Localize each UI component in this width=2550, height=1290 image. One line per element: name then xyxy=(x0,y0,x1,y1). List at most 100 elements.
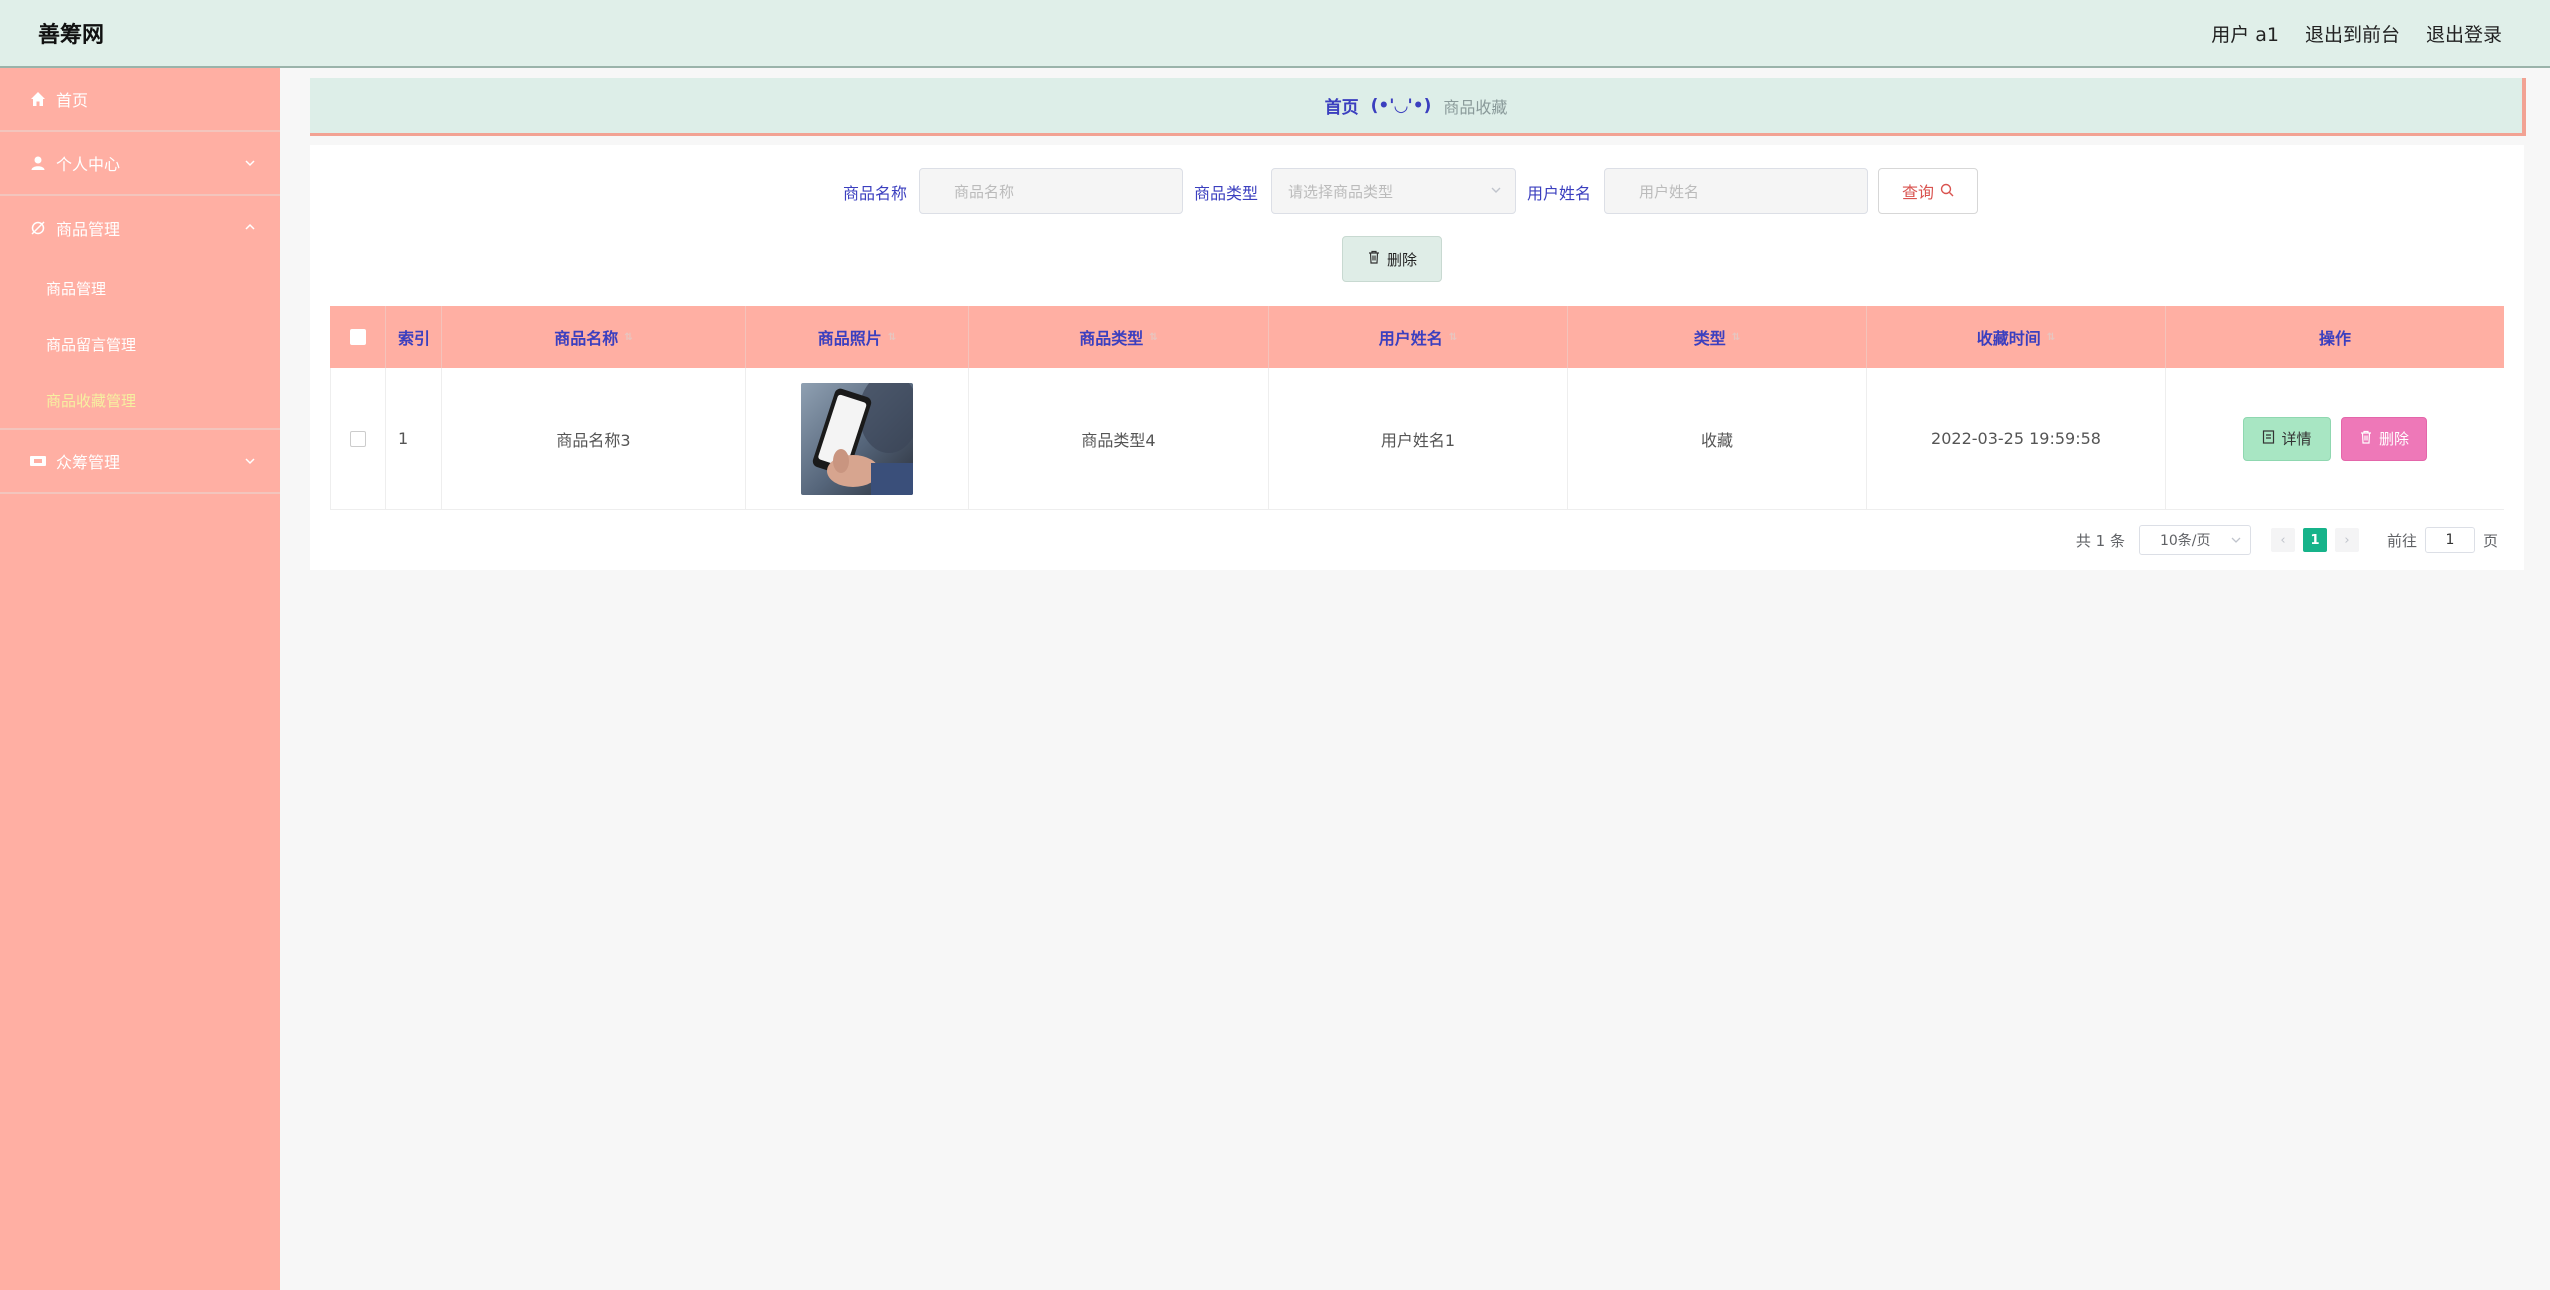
goods-type-select[interactable]: 请选择商品类型 xyxy=(1271,168,1516,214)
header-goods-name[interactable]: 商品名称 ⇅ xyxy=(442,306,746,368)
sidebar-subitem-goods[interactable]: 商品管理 xyxy=(0,260,280,316)
user-name-input[interactable]: 用户姓名 xyxy=(1604,168,1868,214)
page-number-button[interactable]: 1 xyxy=(2302,528,2327,552)
sidebar-item-label: 个人中心 xyxy=(56,155,121,174)
row-goods-photo-cell xyxy=(746,368,969,509)
select-all-cell xyxy=(330,306,386,368)
page-suffix: 页 xyxy=(2482,531,2498,550)
user-name-placeholder: 用户姓名 xyxy=(1639,182,1700,201)
detail-button-label: 详情 xyxy=(2281,430,2312,448)
favorites-table: 索引 商品名称 ⇅ 商品照片 ⇅ 商品类型 ⇅ 用户姓名 ⇅ 类型 ⇅ 收藏时间 ⇅ 操作 … xyxy=(330,306,2504,510)
header-actions: 操作 xyxy=(2318,329,2351,348)
header-label: 商品类型 xyxy=(1079,329,1144,348)
row-index: 1 xyxy=(386,368,442,509)
goods-name-label: 商品名称 xyxy=(843,184,908,203)
pagination-total: 共 1 条 xyxy=(2075,531,2125,550)
home-icon xyxy=(28,89,48,109)
sort-icon: ⇅ xyxy=(1448,331,1458,343)
sidebar-item-goods-management[interactable]: 商品管理 xyxy=(0,196,280,260)
batch-delete-label: 删除 xyxy=(1386,250,1417,269)
prev-page-button[interactable]: ‹ xyxy=(2270,528,2295,552)
goto-page-input[interactable]: 1 xyxy=(2424,527,2475,553)
logout-link[interactable]: 退出登录 xyxy=(2426,20,2502,47)
header-user-name[interactable]: 用户姓名 ⇅ xyxy=(1269,306,1568,368)
goods-name-input[interactable]: 商品名称 xyxy=(919,168,1183,214)
search-form: 商品名称 商品名称 商品类型 请选择商品类型 用户姓名 用户姓名 查询 xyxy=(310,168,2524,214)
header-label: 商品照片 xyxy=(817,329,882,348)
goto-label: 前往 xyxy=(2386,531,2417,550)
select-all-checkbox[interactable] xyxy=(349,329,366,345)
header-index: 索引 xyxy=(386,306,442,368)
sidebar-subitem-goods-messages[interactable]: 商品留言管理 xyxy=(0,316,280,372)
chevron-right-icon: › xyxy=(2344,532,2350,548)
chevron-down-icon xyxy=(244,154,256,173)
breadcrumb: 首页 (•'◡'•) 商品收藏 xyxy=(310,78,2526,136)
sidebar-item-home[interactable]: 首页 xyxy=(0,68,280,132)
top-header: 善筹网 用户 a1 退出到前台 退出登录 xyxy=(0,0,2550,68)
user-name-label: 用户姓名 xyxy=(1527,184,1592,203)
chevron-down-icon xyxy=(2230,534,2242,550)
sidebar-item-personal-center[interactable]: 个人中心 xyxy=(0,132,280,196)
header-kind[interactable]: 类型 ⇅ xyxy=(1568,306,1867,368)
query-button-label: 查询 xyxy=(1901,183,1934,202)
query-button[interactable]: 查询 xyxy=(1878,168,1978,214)
goods-type-placeholder: 请选择商品类型 xyxy=(1288,182,1394,201)
page-size-value: 10条/页 xyxy=(2159,533,2211,549)
goods-type-label: 商品类型 xyxy=(1194,184,1259,203)
sidebar-item-label: 首页 xyxy=(56,91,89,110)
sidebar-item-label: 众筹管理 xyxy=(56,453,121,472)
sort-icon: ⇅ xyxy=(1149,331,1158,343)
header-label: 用户姓名 xyxy=(1378,329,1443,348)
row-select-cell xyxy=(330,368,386,509)
header-favorite-time[interactable]: 收藏时间 ⇅ xyxy=(1867,306,2166,368)
chevron-up-icon xyxy=(244,218,256,237)
next-page-button[interactable]: › xyxy=(2334,528,2359,552)
row-checkbox[interactable] xyxy=(350,430,366,447)
row-user-name: 用户姓名1 xyxy=(1269,368,1568,509)
goods-photo[interactable] xyxy=(801,382,913,495)
header-actions: 用户 a1 退出到前台 退出登录 xyxy=(2211,0,2502,66)
back-to-front-link[interactable]: 退出到前台 xyxy=(2305,20,2400,47)
sidebar-subitem-goods-favorites[interactable]: 商品收藏管理 xyxy=(0,372,280,428)
trash-icon xyxy=(2359,430,2373,448)
row-goods-type: 商品类型4 xyxy=(969,368,1269,509)
document-icon xyxy=(2262,429,2275,448)
header-label: 收藏时间 xyxy=(1976,329,2041,348)
sort-icon: ⇅ xyxy=(2046,331,2056,343)
user-label: 用户 a1 xyxy=(2211,23,2279,46)
goods-management-group: 商品管理 商品管理 商品留言管理 商品收藏管理 xyxy=(0,196,280,430)
breadcrumb-home[interactable]: 首页 xyxy=(1325,93,1359,118)
row-goods-name: 商品名称3 xyxy=(442,368,746,509)
pagination: 共 1 条 10条/页 ‹ 1 › 前往 1 页 xyxy=(2076,524,2498,556)
chevron-left-icon: ‹ xyxy=(2280,532,2286,548)
content-panel: 商品名称 商品名称 商品类型 请选择商品类型 用户姓名 用户姓名 查询 删除 索… xyxy=(310,145,2524,570)
page-size-select[interactable]: 10条/页 xyxy=(2138,525,2251,555)
search-icon xyxy=(1940,182,1954,201)
sidebar-item-label: 商品管理 xyxy=(56,220,121,239)
delete-button[interactable]: 删除 xyxy=(2341,416,2427,461)
trash-icon xyxy=(1367,250,1381,268)
sort-icon: ⇅ xyxy=(887,331,897,343)
breadcrumb-current: 商品收藏 xyxy=(1443,97,1508,117)
table-header: 索引 商品名称 ⇅ 商品照片 ⇅ 商品类型 ⇅ 用户姓名 ⇅ 类型 ⇅ 收藏时间 ⇅ 操作 xyxy=(330,306,2504,368)
goods-name-placeholder: 商品名称 xyxy=(954,182,1015,201)
header-goods-photo[interactable]: 商品照片 ⇅ xyxy=(746,306,969,368)
header-label: 类型 xyxy=(1693,329,1726,348)
table-body: 1 商品名称3 商品类型4 用户姓名1 收藏 2022-03-25 19:59:… xyxy=(330,368,2504,510)
batch-delete-button[interactable]: 删除 xyxy=(1342,236,1442,282)
table-row: 1 商品名称3 商品类型4 用户姓名1 收藏 2022-03-25 19:59:… xyxy=(330,368,2504,510)
user-icon xyxy=(28,153,48,173)
ticket-icon xyxy=(28,451,48,471)
delete-button-label: 删除 xyxy=(2378,430,2409,448)
header-label: 商品名称 xyxy=(554,329,619,348)
chevron-down-icon xyxy=(1489,183,1503,201)
goods-icon xyxy=(28,218,48,238)
sidebar-item-crowdfunding[interactable]: 众筹管理 xyxy=(0,430,280,494)
detail-button[interactable]: 详情 xyxy=(2243,416,2331,461)
row-favorite-time: 2022-03-25 19:59:58 xyxy=(1867,368,2166,509)
sidebar: 首页 个人中心 商品管理 商品管理 商品留言管理 商品收藏管理 众筹管理 xyxy=(0,68,280,1290)
site-logo: 善筹网 xyxy=(38,23,105,48)
chevron-down-icon xyxy=(244,452,256,471)
header-goods-type[interactable]: 商品类型 ⇅ xyxy=(969,306,1269,368)
breadcrumb-emoticon: (•'◡'•) xyxy=(1370,95,1432,116)
